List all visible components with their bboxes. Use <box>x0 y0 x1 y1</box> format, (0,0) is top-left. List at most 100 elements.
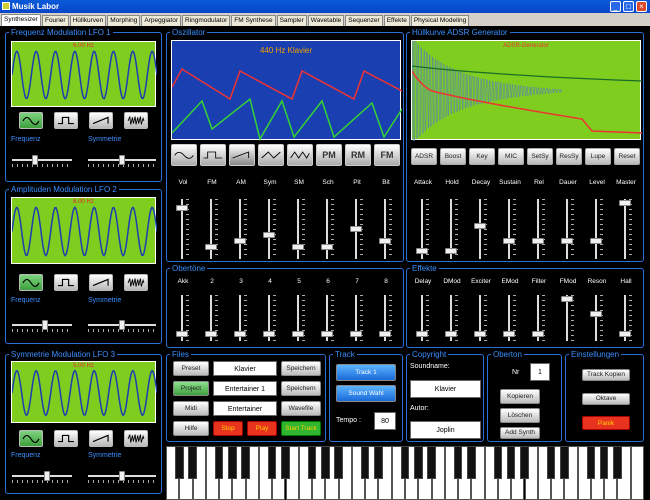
start-track-button[interactable]: Start Track <box>281 421 321 436</box>
adsr-slider-thumb[interactable] <box>445 247 457 254</box>
adsr-setsy-button[interactable]: SetSy <box>527 148 553 165</box>
piano-black-key[interactable] <box>334 446 343 479</box>
effekte-slider-thumb[interactable] <box>503 331 515 337</box>
obertoene-slider-thumb[interactable] <box>321 331 333 337</box>
tab-synthesizer[interactable]: Synthesizer <box>1 14 41 26</box>
oscillator-rm-button[interactable]: RM <box>345 144 371 166</box>
obertoene-slider-thumb[interactable] <box>350 331 362 337</box>
adsr-slider[interactable] <box>619 199 633 259</box>
oscillator-slider-thumb[interactable] <box>263 232 275 239</box>
oscillator-triangle-button[interactable] <box>258 144 284 166</box>
oscillator-slider-thumb[interactable] <box>379 237 391 244</box>
adsr-ressy-button[interactable]: ResSy <box>556 148 582 165</box>
effekte-slider[interactable] <box>474 295 488 341</box>
adsr-slider-thumb[interactable] <box>474 223 486 230</box>
lfo1-frequency-thumb[interactable] <box>32 155 38 165</box>
lfo2-sawtooth-button[interactable] <box>89 274 113 291</box>
tab-sampler[interactable]: Sampler <box>276 15 307 26</box>
effekte-slider[interactable] <box>590 295 604 341</box>
lfo2-symmetry-thumb[interactable] <box>119 320 125 330</box>
adsr-slider[interactable] <box>416 199 430 259</box>
piano-black-key[interactable] <box>506 446 516 479</box>
piano-black-key[interactable] <box>560 446 569 479</box>
lfo3-frequency-thumb[interactable] <box>44 471 50 481</box>
hilfe-button[interactable]: Hilfe <box>173 421 209 436</box>
panik-button[interactable]: Panik <box>582 416 630 430</box>
lfo1-sine-button[interactable] <box>19 112 43 129</box>
tab-ringmodulator[interactable]: Ringmodulator <box>182 15 231 26</box>
obertoene-slider-thumb[interactable] <box>263 331 275 337</box>
effekte-slider[interactable] <box>445 295 459 341</box>
adsr-slider-thumb[interactable] <box>416 247 428 254</box>
tab-morphing[interactable]: Morphing <box>107 15 141 26</box>
adsr-slider-thumb[interactable] <box>561 237 573 244</box>
lfo1-square-button[interactable] <box>54 112 78 129</box>
tab-wavetable[interactable]: Wavetable <box>307 15 345 26</box>
wavefile-button[interactable]: Wavefile <box>281 401 321 416</box>
piano-black-key[interactable] <box>613 446 622 479</box>
piano-black-key[interactable] <box>520 446 529 479</box>
adsr-slider[interactable] <box>503 199 517 259</box>
effekte-slider-thumb[interactable] <box>590 311 602 317</box>
piano-black-key[interactable] <box>321 446 330 479</box>
piano-black-key[interactable] <box>175 446 184 479</box>
oscillator-square-button[interactable] <box>200 144 226 166</box>
adsr-slider[interactable] <box>445 199 459 259</box>
adsr-slider-thumb[interactable] <box>532 237 544 244</box>
piano-keyboard[interactable] <box>166 446 644 500</box>
lfo3-sine-button[interactable] <box>19 430 43 447</box>
piano-black-key[interactable] <box>586 446 596 479</box>
tab-arpeggiator[interactable]: Arpeggiator <box>141 15 181 26</box>
effekte-slider-thumb[interactable] <box>474 331 486 337</box>
oscillator-slider-thumb[interactable] <box>350 226 362 232</box>
lfo1-symmetry-thumb[interactable] <box>119 155 125 165</box>
oscillator-slider[interactable] <box>321 199 335 259</box>
play-button[interactable]: Play <box>247 421 277 436</box>
oscillator-slider[interactable] <box>176 199 190 259</box>
tab-physical-modeling[interactable]: Physical Modeling <box>410 15 470 26</box>
lfo2-square-button[interactable] <box>54 274 78 291</box>
oscillator-slider-thumb[interactable] <box>321 244 333 251</box>
loeschen-button[interactable]: Löschen <box>500 408 540 423</box>
lfo3-symmetry-thumb[interactable] <box>119 471 125 481</box>
speichern-project-button[interactable]: Speichern <box>281 381 321 396</box>
oscillator-sine-button[interactable] <box>171 144 197 166</box>
piano-black-key[interactable] <box>241 446 250 479</box>
track1-button[interactable]: Track 1 <box>336 364 396 381</box>
piano-black-key[interactable] <box>453 446 463 479</box>
lfo2-symmetry-slider[interactable] <box>88 318 156 332</box>
effekte-slider-thumb[interactable] <box>416 331 428 337</box>
lfo2-noise-button[interactable] <box>124 274 148 291</box>
oktave-button[interactable]: Oktave <box>582 393 630 405</box>
lfo1-noise-button[interactable] <box>124 112 148 129</box>
tab-sequenzer[interactable]: Sequenzer <box>345 15 383 26</box>
lfo3-noise-button[interactable] <box>124 430 148 447</box>
oscillator-slider-thumb[interactable] <box>292 244 304 251</box>
obertoene-slider[interactable] <box>263 295 277 341</box>
obertoene-slider[interactable] <box>176 295 190 341</box>
obertoene-slider-thumb[interactable] <box>379 331 391 337</box>
stop-button[interactable]: Stop <box>213 421 243 436</box>
obertoene-slider-thumb[interactable] <box>234 331 246 337</box>
nr-field[interactable]: 1 <box>530 363 550 381</box>
oscillator-fm-button[interactable]: FM <box>374 144 400 166</box>
adsr-reset-button[interactable]: Reset <box>614 148 640 165</box>
obertoene-slider[interactable] <box>350 295 364 341</box>
adsr-boost-button[interactable]: Boost <box>440 148 466 165</box>
piano-black-key[interactable] <box>414 446 423 479</box>
lfo2-frequency-thumb[interactable] <box>42 320 48 330</box>
lfo1-symmetry-slider[interactable] <box>88 153 156 167</box>
lfo2-sine-button[interactable] <box>19 274 43 291</box>
tab-h-llkurven[interactable]: Hüllkurven <box>69 15 107 26</box>
lfo1-frequency-slider[interactable] <box>12 153 72 167</box>
adsr-mic-button[interactable]: MIC <box>498 148 524 165</box>
effekte-slider[interactable] <box>416 295 430 341</box>
kopieren-button[interactable]: Kopieren <box>500 389 540 404</box>
piano-black-key[interactable] <box>267 446 277 479</box>
adsr-key-button[interactable]: Key <box>469 148 495 165</box>
preset-button[interactable]: Preset <box>173 361 209 376</box>
preset-name-field[interactable]: Klavier <box>213 361 277 376</box>
minimize-icon[interactable]: _ <box>610 1 621 12</box>
piano-white-key[interactable] <box>630 446 644 500</box>
effekte-slider-thumb[interactable] <box>445 331 457 337</box>
